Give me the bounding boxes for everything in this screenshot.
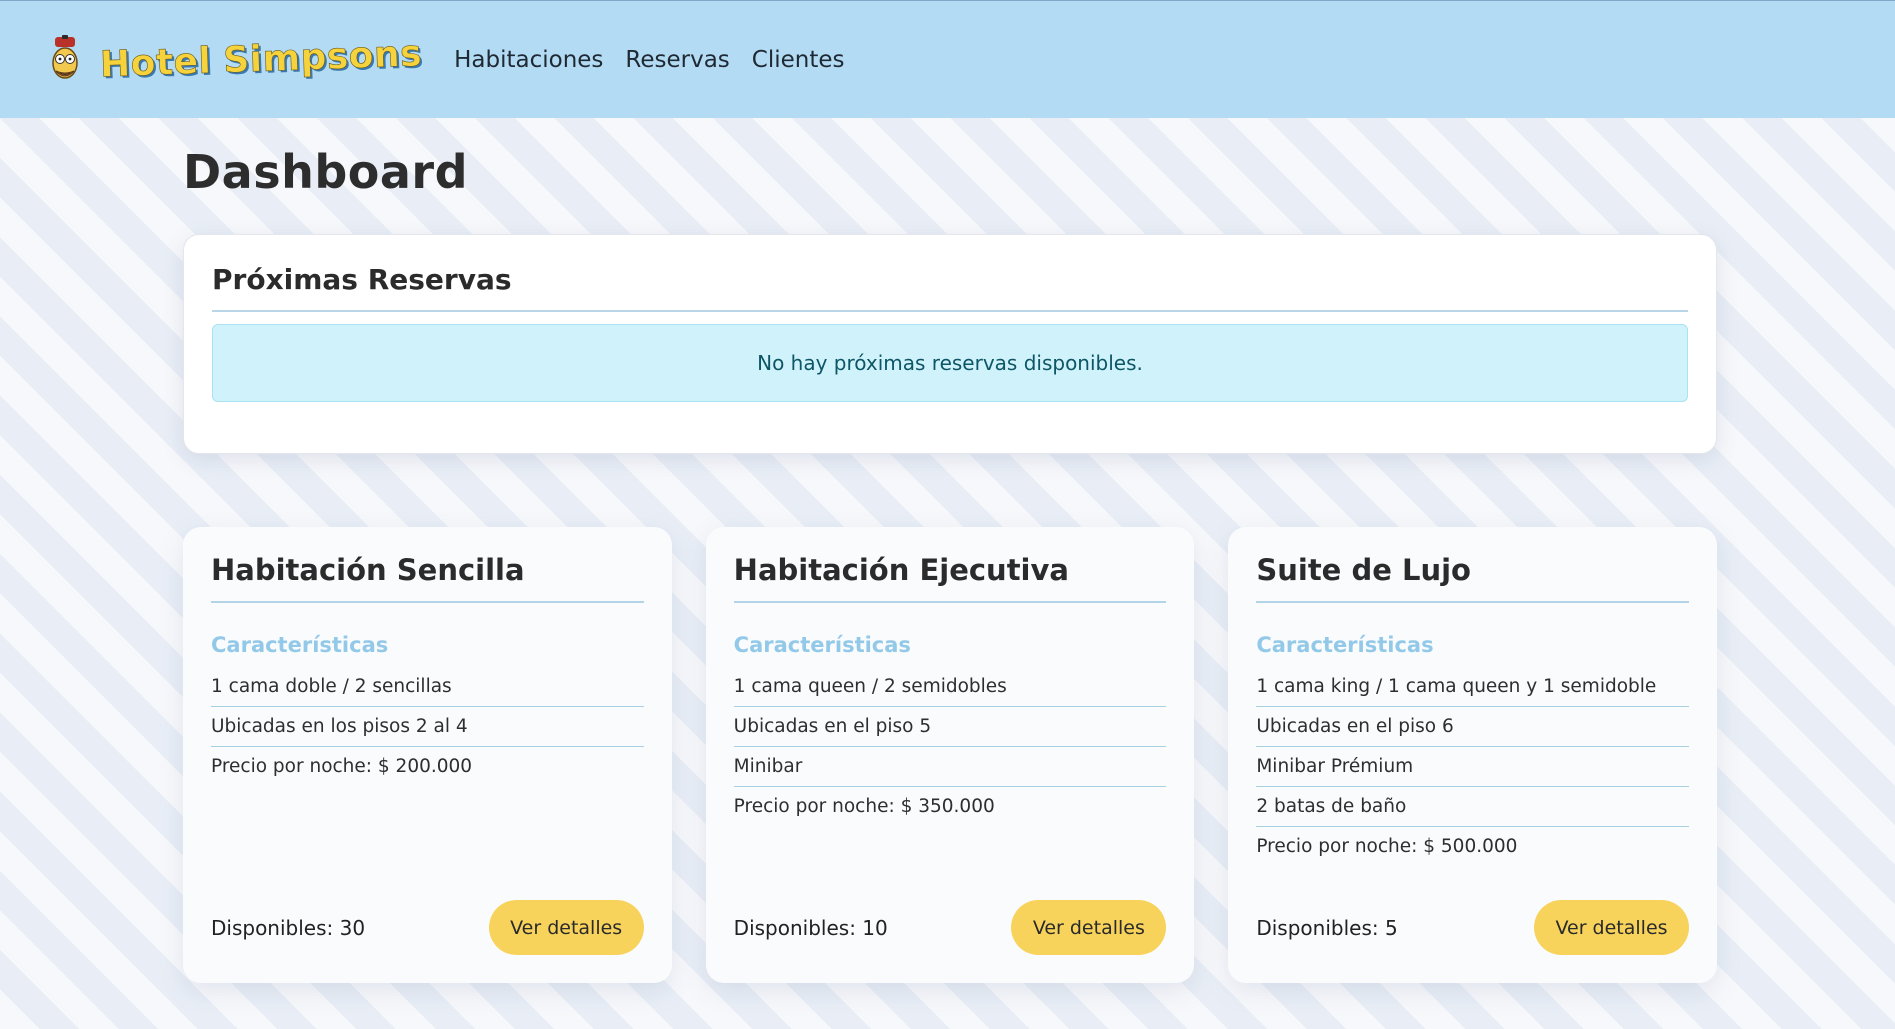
availability-count: Disponibles: 5 <box>1256 915 1398 940</box>
nav-link-clientes[interactable]: Clientes <box>752 47 845 73</box>
feature-item: 1 cama queen / 2 semidobles <box>733 667 1167 707</box>
feature-item: Minibar Prémium <box>1256 747 1690 787</box>
feature-item: 1 cama king / 1 cama queen y 1 semidoble <box>1256 667 1690 707</box>
feature-item: Ubicadas en los pisos 2 al 4 <box>211 707 644 747</box>
page-title: Dashboard <box>183 145 469 199</box>
nav-link-habitaciones[interactable]: Habitaciones <box>454 47 603 73</box>
feature-item: 1 cama doble / 2 sencillas <box>211 667 644 707</box>
feature-item: Precio por noche: $ 500.000 <box>1256 836 1518 857</box>
features-heading: Características <box>1256 633 1434 657</box>
upcoming-reservations-panel: Próximas Reservas No hay próximas reserv… <box>183 234 1717 454</box>
navbar: Hotel Simpsons Habitaciones Reservas Cli… <box>0 0 1895 118</box>
feature-item: 2 batas de baño <box>1256 787 1690 827</box>
homer-face-icon <box>52 34 78 79</box>
feature-item: Precio por noche: $ 200.000 <box>211 756 473 777</box>
empty-reservations-alert: No hay próximas reservas disponibles. <box>212 324 1688 402</box>
room-card-suite: Suite de Lujo Características 1 cama kin… <box>1228 527 1718 983</box>
brand-name: Hotel Simpsons <box>99 33 423 86</box>
room-card-sencilla: Habitación Sencilla Características 1 ca… <box>183 527 672 983</box>
feature-list: 1 cama king / 1 cama queen y 1 semidoble… <box>1256 667 1690 867</box>
availability-count: Disponibles: 30 <box>211 915 366 940</box>
nav-link-reservas[interactable]: Reservas <box>625 47 729 73</box>
upcoming-reservations-title: Próximas Reservas <box>212 263 1688 312</box>
features-heading: Características <box>211 633 389 657</box>
view-details-button[interactable]: Ver detalles <box>1011 900 1167 955</box>
room-card-title: Habitación Ejecutiva <box>733 553 1167 603</box>
feature-item: Minibar <box>733 747 1167 787</box>
feature-list: 1 cama doble / 2 sencillas Ubicadas en l… <box>211 667 644 787</box>
brand-link[interactable]: Hotel Simpsons <box>48 33 423 86</box>
nav-links: Habitaciones Reservas Clientes <box>454 47 844 73</box>
features-heading: Características <box>733 633 911 657</box>
feature-item: Ubicadas en el piso 5 <box>733 707 1167 747</box>
room-card-title: Suite de Lujo <box>1256 553 1690 603</box>
card-footer: Disponibles: 5 Ver detalles <box>1256 900 1690 955</box>
brand-word-simpsons: Simpsons <box>222 33 423 82</box>
card-footer: Disponibles: 10 Ver detalles <box>734 900 1167 955</box>
feature-item: Ubicadas en el piso 6 <box>1256 707 1690 747</box>
availability-count: Disponibles: 10 <box>733 915 888 940</box>
card-footer: Disponibles: 30 Ver detalles <box>211 900 644 955</box>
feature-list: 1 cama queen / 2 semidobles Ubicadas en … <box>733 667 1167 827</box>
room-cards: Habitación Sencilla Características 1 ca… <box>183 527 1718 983</box>
view-details-button[interactable]: Ver detalles <box>488 900 644 955</box>
view-details-button[interactable]: Ver detalles <box>1534 900 1690 955</box>
feature-item: Precio por noche: $ 350.000 <box>733 796 995 817</box>
room-card-ejecutiva: Habitación Ejecutiva Características 1 c… <box>705 527 1195 983</box>
brand-word-hotel: Hotel <box>99 40 213 86</box>
room-card-title: Habitación Sencilla <box>211 553 644 603</box>
